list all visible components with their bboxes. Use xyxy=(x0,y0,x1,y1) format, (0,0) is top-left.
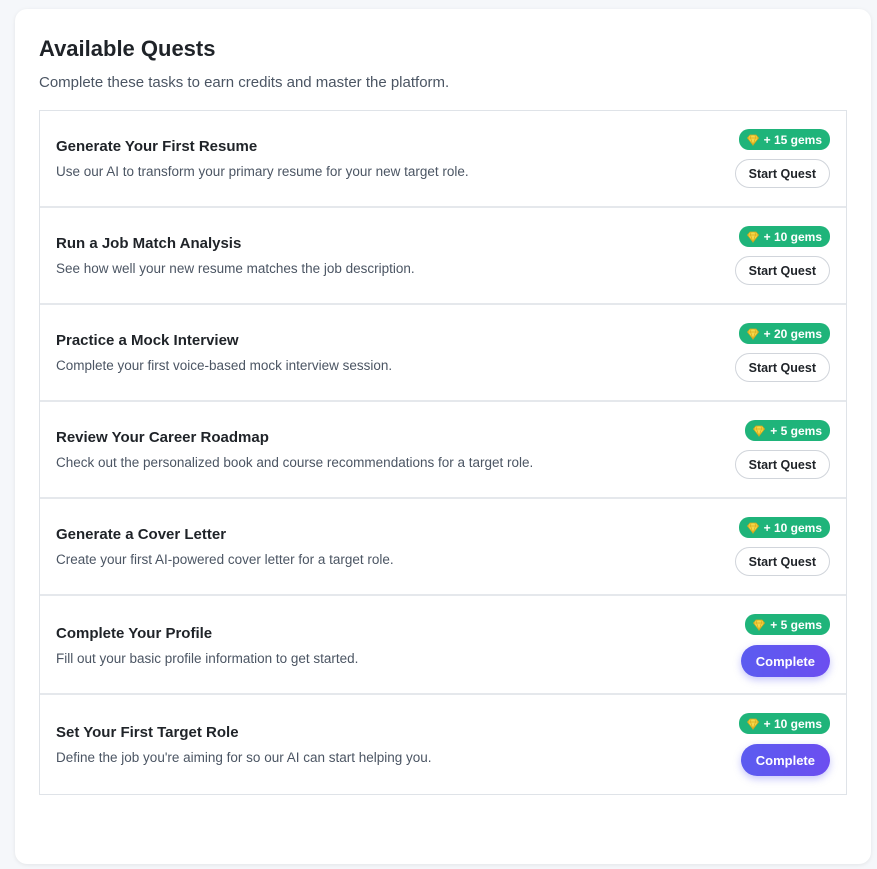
quest-description: Use our AI to transform your primary res… xyxy=(56,164,469,179)
gem-icon xyxy=(746,328,759,340)
quest-item: Complete Your Profile Fill out your basi… xyxy=(40,596,846,695)
reward-text: + 15 gems xyxy=(763,132,822,147)
quest-title: Complete Your Profile xyxy=(56,625,213,642)
reward-badge: + 5 gems xyxy=(745,420,830,441)
reward-badge: + 10 gems xyxy=(738,517,830,538)
complete-button[interactable]: Complete xyxy=(740,645,830,677)
reward-badge: + 5 gems xyxy=(745,614,830,635)
quest-list: Generate Your First Resume Use our AI to… xyxy=(39,110,847,795)
quest-actions: + 15 gems Start Quest xyxy=(734,129,830,188)
quest-item: Run a Job Match Analysis See how well yo… xyxy=(40,208,846,305)
gem-icon xyxy=(746,718,759,730)
quest-description: See how well your new resume matches the… xyxy=(56,261,415,276)
reward-text: + 10 gems xyxy=(763,716,822,731)
quest-item: Practice a Mock Interview Complete your … xyxy=(40,305,846,402)
reward-badge: + 10 gems xyxy=(738,226,830,247)
start-quest-button[interactable]: Start Quest xyxy=(734,159,830,188)
quest-item: Generate Your First Resume Use our AI to… xyxy=(40,111,846,208)
quest-title: Generate a Cover Letter xyxy=(56,526,227,543)
quest-description: Complete your first voice-based mock int… xyxy=(56,358,393,373)
quest-item: Generate a Cover Letter Create your firs… xyxy=(40,499,846,596)
page-subtitle: Complete these tasks to earn credits and… xyxy=(39,74,450,91)
quest-description: Check out the personalized book and cour… xyxy=(56,455,534,470)
quest-title: Set Your First Target Role xyxy=(56,724,239,741)
reward-text: + 5 gems xyxy=(770,617,822,632)
reward-badge: + 10 gems xyxy=(738,713,830,734)
gem-icon xyxy=(753,425,766,437)
quest-actions: + 5 gems Start Quest xyxy=(734,420,830,479)
quest-actions: + 20 gems Start Quest xyxy=(734,323,830,382)
reward-badge: + 20 gems xyxy=(738,323,830,344)
quest-actions: + 10 gems Start Quest xyxy=(734,226,830,285)
quest-description: Create your first AI-powered cover lette… xyxy=(56,552,394,567)
quest-title: Generate Your First Resume xyxy=(56,138,258,155)
reward-text: + 20 gems xyxy=(763,326,822,341)
reward-text: + 10 gems xyxy=(763,229,822,244)
gem-icon xyxy=(746,231,759,243)
start-quest-button[interactable]: Start Quest xyxy=(734,353,830,382)
page-title: Available Quests xyxy=(39,36,216,61)
quest-item: Review Your Career Roadmap Check out the… xyxy=(40,402,846,499)
reward-text: + 10 gems xyxy=(763,520,822,535)
gem-icon xyxy=(746,134,759,146)
quest-title: Review Your Career Roadmap xyxy=(56,429,269,446)
start-quest-button[interactable]: Start Quest xyxy=(734,547,830,576)
gem-icon xyxy=(753,619,766,631)
quest-actions: + 10 gems Complete xyxy=(738,713,830,776)
start-quest-button[interactable]: Start Quest xyxy=(734,256,830,285)
quest-item: Set Your First Target Role Define the jo… xyxy=(40,695,846,794)
gem-icon xyxy=(746,522,759,534)
quest-title: Practice a Mock Interview xyxy=(56,332,239,349)
quest-description: Fill out your basic profile information … xyxy=(56,651,359,666)
quest-actions: + 5 gems Complete xyxy=(740,614,830,677)
quest-actions: + 10 gems Start Quest xyxy=(734,517,830,576)
quests-card: Available Quests Complete these tasks to… xyxy=(15,9,871,864)
complete-button[interactable]: Complete xyxy=(740,744,830,776)
reward-badge: + 15 gems xyxy=(738,129,830,150)
reward-text: + 5 gems xyxy=(770,423,822,438)
quest-title: Run a Job Match Analysis xyxy=(56,235,242,252)
start-quest-button[interactable]: Start Quest xyxy=(734,450,830,479)
quest-description: Define the job you're aiming for so our … xyxy=(56,750,432,765)
